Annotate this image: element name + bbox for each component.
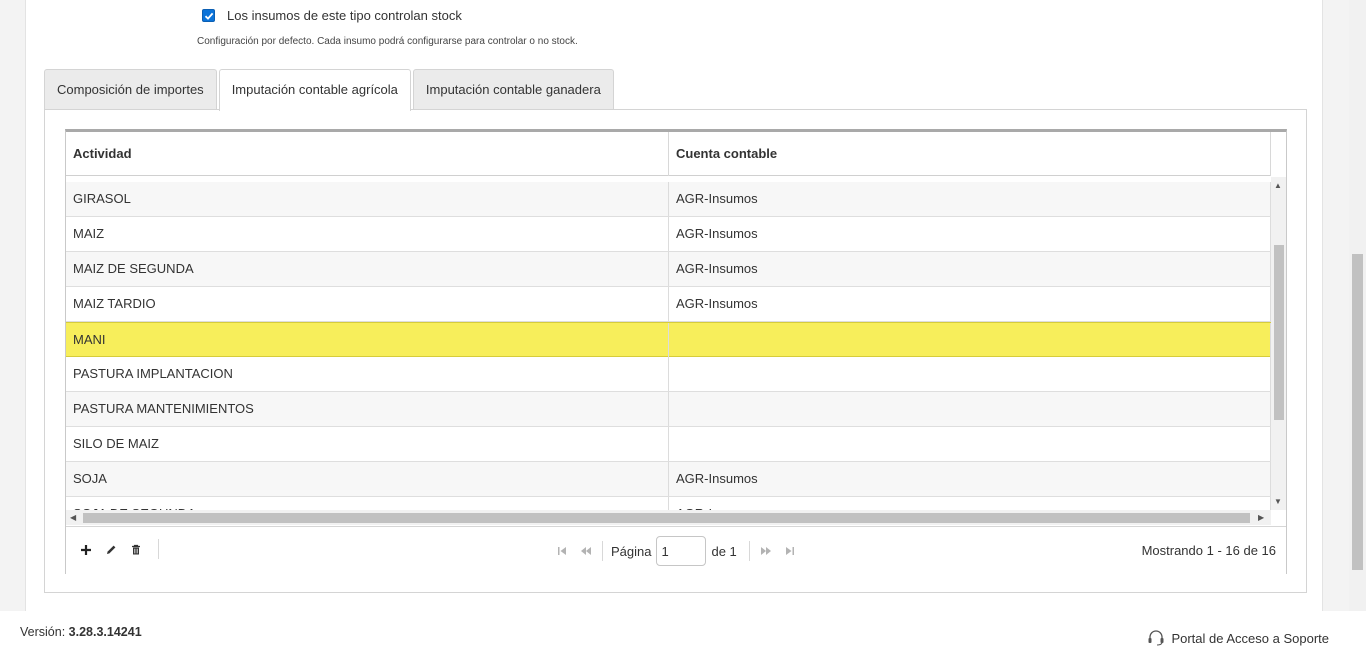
table-row[interactable]: MANI	[66, 322, 1271, 357]
horizontal-scrollbar[interactable]: ◀ ▶	[66, 510, 1271, 525]
cell-cuenta-contable[interactable]: AGR-Insumos	[669, 217, 1271, 251]
cell-actividad[interactable]: SOJA DE SEGUNDA	[66, 497, 669, 510]
accounting-grid: Actividad Cuenta contable GIRASOL AGR-Ins…	[65, 129, 1287, 574]
vertical-scroll-thumb[interactable]	[1274, 245, 1284, 420]
headset-icon	[1148, 630, 1164, 646]
cell-actividad[interactable]: MAIZ DE SEGUNDA	[66, 252, 669, 286]
scroll-right-icon[interactable]: ▶	[1258, 513, 1264, 522]
cell-cuenta-contable[interactable]	[669, 323, 1271, 357]
stock-checkbox[interactable]	[202, 9, 215, 22]
cell-cuenta-contable[interactable]: AGR-Insumos	[669, 462, 1271, 496]
cell-cuenta-contable[interactable]	[669, 357, 1271, 391]
cell-actividad[interactable]: PASTURA MANTENIMIENTOS	[66, 392, 669, 426]
cell-cuenta-contable[interactable]: AGR-Insumos	[669, 252, 1271, 286]
page-scroll-thumb[interactable]	[1352, 254, 1363, 570]
cell-cuenta-contable[interactable]	[669, 392, 1271, 426]
scroll-down-icon[interactable]: ▼	[1274, 497, 1282, 506]
cell-cuenta-contable[interactable]	[669, 427, 1271, 461]
last-page-icon	[785, 547, 794, 555]
tab-bar: Composición de importes Imputación conta…	[44, 69, 616, 111]
table-row[interactable]: MAIZ TARDIO AGR-Insumos	[66, 287, 1271, 322]
grid-footer: Página de 1 Mostrando 1 - 16 de 16	[66, 526, 1286, 574]
add-button[interactable]	[78, 542, 94, 558]
first-page-icon	[558, 547, 566, 555]
version-info: Versión: 3.28.3.14241	[20, 625, 142, 639]
table-row[interactable]: SILO DE MAIZ	[66, 427, 1271, 462]
scroll-left-icon[interactable]: ◀	[70, 513, 76, 522]
table-row[interactable]: MAIZ AGR-Insumos	[66, 217, 1271, 252]
grid-body: GIRASOL AGR-Insumos MAIZ AGR-Insumos MAIZ DE…	[66, 177, 1271, 510]
last-page-button[interactable]	[782, 543, 798, 559]
stock-control-row: Los insumos de este tipo controlan stock	[202, 8, 462, 23]
add-icon	[81, 545, 91, 555]
checkmark-icon	[204, 12, 213, 20]
cell-cuenta-contable[interactable]: AGR-Insumos	[669, 287, 1271, 321]
delete-button[interactable]	[128, 542, 144, 558]
page-vertical-scrollbar[interactable]	[1349, 0, 1366, 611]
cell-actividad[interactable]: SILO DE MAIZ	[66, 427, 669, 461]
pager: Página de 1	[550, 536, 802, 566]
grid-header: Actividad Cuenta contable	[66, 132, 1271, 176]
support-portal-label: Portal de Acceso a Soporte	[1171, 630, 1329, 646]
column-header-cuenta-contable[interactable]: Cuenta contable	[669, 132, 1271, 176]
tab-composicion-importes[interactable]: Composición de importes	[44, 69, 217, 110]
page-number-input[interactable]	[656, 536, 707, 566]
version-number: 3.28.3.14241	[68, 625, 142, 639]
page-container: Los insumos de este tipo controlan stock…	[25, 0, 1323, 611]
prev-page-icon	[581, 547, 591, 555]
edit-button[interactable]	[103, 542, 119, 558]
cell-actividad[interactable]: MAIZ TARDIO	[66, 287, 669, 321]
prev-page-button[interactable]	[578, 543, 594, 559]
pager-separator-left	[602, 541, 603, 561]
app-footer: Versión: 3.28.3.14241 Portal de Acceso a…	[0, 611, 1366, 657]
delete-icon	[132, 544, 140, 555]
table-row[interactable]: PASTURA MANTENIMIENTOS	[66, 392, 1271, 427]
table-row[interactable]: GIRASOL AGR-Insumos	[66, 182, 1271, 217]
first-page-button[interactable]	[554, 543, 570, 559]
tab-panel: Actividad Cuenta contable GIRASOL AGR-Ins…	[44, 109, 1307, 593]
table-row[interactable]: SOJA DE SEGUNDAAGR-Insumos	[66, 497, 1271, 510]
cell-cuenta-contable[interactable]: AGR-Insumos	[669, 497, 1271, 510]
table-row[interactable]: SOJA AGR-Insumos	[66, 462, 1271, 497]
scroll-up-icon[interactable]: ▲	[1274, 181, 1282, 190]
cell-cuenta-contable[interactable]: AGR-Insumos	[669, 182, 1271, 216]
stock-hint-text: Configuración por defecto. Cada insumo p…	[197, 36, 578, 47]
page-total-label: de 1	[711, 543, 737, 559]
table-row[interactable]: MAIZ DE SEGUNDA AGR-Insumos	[66, 252, 1271, 287]
next-page-button[interactable]	[758, 543, 774, 559]
stock-checkbox-label: Los insumos de este tipo controlan stock	[227, 8, 462, 23]
horizontal-scroll-thumb[interactable]	[83, 513, 1250, 523]
records-summary: Mostrando 1 - 16 de 16	[1141, 543, 1276, 558]
cell-actividad[interactable]: MAIZ	[66, 217, 669, 251]
cell-actividad[interactable]: PASTURA IMPLANTACION	[66, 357, 669, 391]
table-row[interactable]: PASTURA IMPLANTACION	[66, 357, 1271, 392]
cell-actividad[interactable]: SOJA	[66, 462, 669, 496]
cell-actividad[interactable]: GIRASOL	[66, 182, 669, 216]
support-portal-link[interactable]: Portal de Acceso a Soporte	[1147, 630, 1329, 646]
next-page-icon	[760, 547, 771, 555]
edit-icon	[107, 545, 116, 554]
vertical-scrollbar[interactable]: ▲ ▼	[1271, 177, 1286, 510]
tab-imputacion-agricola[interactable]: Imputación contable agrícola	[218, 69, 411, 111]
cell-actividad[interactable]: MANI	[66, 323, 669, 357]
version-label: Versión:	[20, 625, 66, 639]
toolbar-separator	[158, 539, 159, 559]
column-header-actividad[interactable]: Actividad	[66, 132, 669, 176]
page-label: Página	[611, 543, 652, 559]
pager-separator-right	[748, 541, 750, 561]
tab-imputacion-ganadera[interactable]: Imputación contable ganadera	[412, 69, 614, 110]
